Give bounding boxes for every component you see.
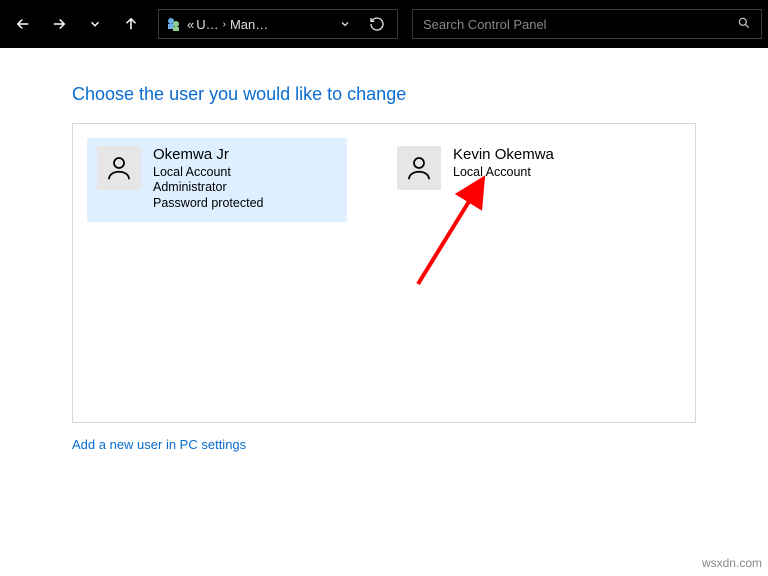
breadcrumb-part[interactable]: U… xyxy=(196,17,218,32)
user-card-kevin-okemwa[interactable]: Kevin Okemwa Local Account xyxy=(387,138,647,200)
user-info: Okemwa Jr Local Account Administrator Pa… xyxy=(153,146,263,212)
breadcrumb[interactable]: « U… › Man… xyxy=(187,17,268,32)
user-info: Kevin Okemwa Local Account xyxy=(453,146,554,180)
titlebar: « U… › Man… xyxy=(0,0,768,48)
user-account-type: Local Account xyxy=(453,165,554,181)
user-name: Okemwa Jr xyxy=(153,146,263,165)
avatar xyxy=(397,146,441,190)
forward-button[interactable] xyxy=(42,7,76,41)
recent-button[interactable] xyxy=(78,7,112,41)
chevron-right-icon: › xyxy=(221,19,228,30)
breadcrumb-part[interactable]: Man… xyxy=(230,17,268,32)
search-input[interactable] xyxy=(423,17,737,32)
user-password-status: Password protected xyxy=(153,196,263,212)
avatar xyxy=(97,146,141,190)
search-icon[interactable] xyxy=(737,16,751,33)
user-accounts-icon xyxy=(165,15,183,33)
watermark: wsxdn.com xyxy=(702,556,762,570)
back-button[interactable] xyxy=(6,7,40,41)
user-role: Administrator xyxy=(153,180,263,196)
up-button[interactable] xyxy=(114,7,148,41)
search-box[interactable] xyxy=(412,9,762,39)
address-bar[interactable]: « U… › Man… xyxy=(158,9,398,39)
page-title: Choose the user you would like to change xyxy=(72,84,696,105)
breadcrumb-prefix: « xyxy=(187,17,194,32)
address-dropdown[interactable] xyxy=(331,10,359,38)
add-user-link[interactable]: Add a new user in PC settings xyxy=(72,437,246,452)
refresh-button[interactable] xyxy=(363,10,391,38)
user-name: Kevin Okemwa xyxy=(453,146,554,165)
user-account-type: Local Account xyxy=(153,165,263,181)
user-card-okemwa-jr[interactable]: Okemwa Jr Local Account Administrator Pa… xyxy=(87,138,347,222)
content: Choose the user you would like to change… xyxy=(0,48,768,454)
user-list-panel: Okemwa Jr Local Account Administrator Pa… xyxy=(72,123,696,423)
